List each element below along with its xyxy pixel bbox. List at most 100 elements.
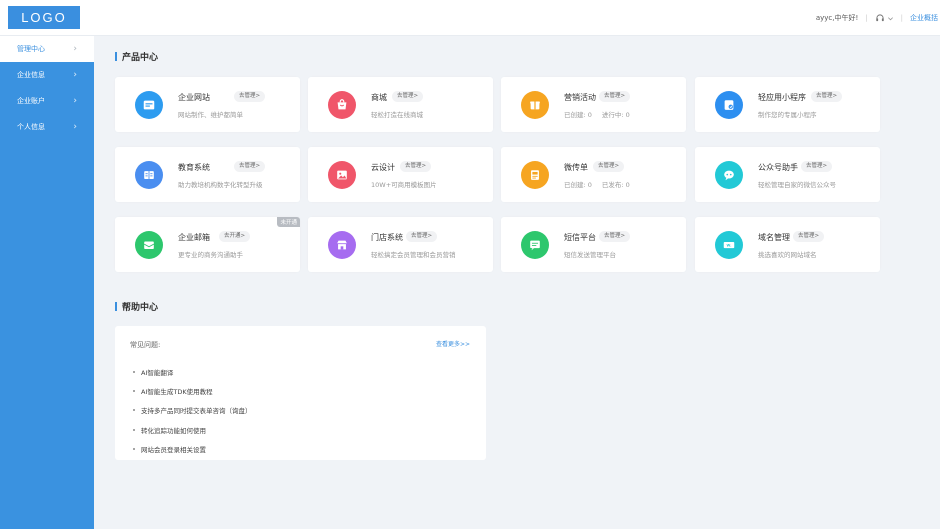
product-name: 云设计	[371, 163, 395, 172]
svg-text:W.: W.	[727, 243, 732, 247]
faq-item[interactable]: 网站会员登录相关设置	[133, 439, 252, 458]
manage-button[interactable]: 去管理>	[392, 91, 424, 102]
mall-icon	[328, 91, 356, 119]
faq-item[interactable]: 转化追踪功能如何使用	[133, 420, 252, 439]
product-description: 网站制作、维护都简单	[178, 111, 243, 119]
divider: |	[900, 14, 903, 22]
sidebar-item-management[interactable]: 管理中心 ›	[0, 36, 94, 62]
sidebar-item-label: 管理中心	[17, 45, 45, 53]
sidebar-item-company-info[interactable]: 企业信息 ›	[0, 62, 94, 88]
sidebar-item-label: 企业账户	[17, 97, 45, 105]
product-description: 轻松搞定会员管理和会员营销	[371, 251, 456, 259]
store-icon	[328, 231, 356, 259]
chevron-right-icon: ›	[73, 122, 77, 132]
product-name: 公众号助手	[758, 163, 798, 172]
greeting-text: ayyc,中午好!	[815, 14, 859, 22]
mini-program-icon	[715, 91, 743, 119]
product-name: 门店系统	[371, 233, 403, 242]
product-name: 短信平台	[564, 233, 596, 242]
support-dropdown[interactable]	[875, 13, 894, 23]
product-card-domain[interactable]: W. 域名管理 去管理> 挑选喜欢的网站域名	[695, 217, 880, 272]
product-stats: 已创建: 0 已发布: 0	[564, 179, 630, 189]
product-card-mail[interactable]: 企业邮箱 去开通> 更专业的商务沟通助手 未开通	[115, 217, 300, 272]
stat-label: 已发布:	[601, 181, 624, 189]
product-description: 制作您的专属小程序	[758, 111, 817, 119]
sidebar: 管理中心 › 企业信息 › 企业账户 › 个人信息 ›	[0, 36, 94, 529]
product-card-mini-program[interactable]: 轻应用小程序 去管理> 制作您的专属小程序	[695, 77, 880, 132]
sidebar-item-company-account[interactable]: 企业账户 ›	[0, 88, 94, 114]
product-card-mall[interactable]: 商城 去管理> 轻松打造在线商城	[308, 77, 493, 132]
faq-panel: 常见问题: 查看更多>> AI智能翻译 AI智能生成TDK使用教程 支持多产品同…	[115, 326, 486, 460]
logo[interactable]: LOGO	[8, 6, 80, 29]
chevron-right-icon: ›	[73, 70, 77, 80]
product-description: 更专业的商务沟通助手	[178, 251, 243, 259]
headset-icon	[875, 14, 884, 22]
view-more-link[interactable]: 查看更多>>	[436, 339, 470, 348]
product-name: 商城	[371, 93, 387, 102]
manage-button[interactable]: 去管理>	[811, 91, 843, 102]
product-stats: 已创建: 0 进行中: 0	[564, 109, 630, 119]
manage-button[interactable]: 去管理>	[400, 161, 432, 172]
manage-button[interactable]: 去管理>	[593, 161, 625, 172]
cloud-design-icon	[328, 161, 356, 189]
product-name: 微传单	[564, 163, 588, 172]
product-name: 营销活动	[564, 93, 596, 102]
official-account-icon	[715, 161, 743, 189]
marketing-icon	[521, 91, 549, 119]
product-description: 轻松管理自家的微信公众号	[758, 181, 836, 189]
manage-button[interactable]: 去管理>	[406, 231, 438, 242]
education-icon	[135, 161, 163, 189]
product-description: 10W+可商用模板图片	[371, 181, 437, 189]
product-description: 轻松打造在线商城	[371, 111, 423, 119]
product-description: 助力教培机构数字化转型升级	[178, 181, 263, 189]
product-name: 域名管理	[758, 233, 790, 242]
stat-value: 0	[625, 181, 630, 189]
manage-button[interactable]: 去管理>	[234, 91, 266, 102]
stat-label: 已创建:	[564, 111, 586, 119]
manage-button[interactable]: 去管理>	[234, 161, 266, 172]
product-card-education[interactable]: 教育系统 去管理> 助力教培机构数字化转型升级	[115, 147, 300, 202]
faq-list: AI智能翻译 AI智能生成TDK使用教程 支持多产品同时提交表单咨询（询盘） 转…	[133, 362, 252, 458]
faq-item[interactable]: AI智能翻译	[133, 362, 252, 381]
product-name: 企业网站	[178, 93, 210, 102]
website-icon	[135, 91, 163, 119]
product-description: 短信发送管理平台	[564, 251, 616, 259]
product-card-flyer[interactable]: 微传单 去管理> 已创建: 0 已发布: 0	[501, 147, 686, 202]
sidebar-item-label: 个人信息	[17, 123, 45, 131]
product-card-marketing[interactable]: 营销活动 去管理> 已创建: 0 进行中: 0	[501, 77, 686, 132]
faq-item[interactable]: AI智能生成TDK使用教程	[133, 381, 252, 400]
product-name: 轻应用小程序	[758, 93, 806, 102]
sms-icon	[521, 231, 549, 259]
product-center-title: 产品中心	[115, 50, 158, 63]
stat-label: 已创建:	[564, 181, 586, 189]
help-center-title: 帮助中心	[115, 300, 158, 313]
top-right-area: ayyc,中午好! | | 企业概括	[816, 0, 940, 36]
manage-button[interactable]: 去管理>	[599, 231, 631, 242]
chevron-right-icon: ›	[73, 96, 77, 106]
mail-icon	[135, 231, 163, 259]
manage-button[interactable]: 去管理>	[801, 161, 833, 172]
manage-button[interactable]: 去管理>	[599, 91, 631, 102]
product-name: 企业邮箱	[178, 233, 210, 242]
sidebar-item-personal-info[interactable]: 个人信息 ›	[0, 114, 94, 140]
product-card-sms[interactable]: 短信平台 去管理> 短信发送管理平台	[501, 217, 686, 272]
product-card-official-account[interactable]: 公众号助手 去管理> 轻松管理自家的微信公众号	[695, 147, 880, 202]
enterprise-overview-link[interactable]: 企业概括	[910, 13, 940, 23]
product-card-store[interactable]: 门店系统 去管理> 轻松搞定会员管理和会员营销	[308, 217, 493, 272]
chevron-down-icon	[887, 16, 893, 20]
stat-value: 0	[625, 111, 630, 119]
faq-item[interactable]: 支持多产品同时提交表单咨询（询盘）	[133, 401, 252, 420]
stat-value: 0	[587, 181, 592, 189]
chevron-right-icon: ›	[73, 44, 77, 54]
manage-button[interactable]: 去管理>	[793, 231, 825, 242]
sidebar-item-label: 企业信息	[17, 71, 45, 79]
product-card-cloud-design[interactable]: 云设计 去管理> 10W+可商用模板图片	[308, 147, 493, 202]
status-badge: 未开通	[277, 217, 300, 227]
activate-button[interactable]: 去开通>	[219, 231, 251, 242]
flyer-icon	[521, 161, 549, 189]
stat-label: 进行中:	[601, 111, 624, 119]
product-card-website[interactable]: 企业网站 去管理> 网站制作、维护都简单	[115, 77, 300, 132]
stat-value: 0	[587, 111, 592, 119]
product-name: 教育系统	[178, 163, 210, 172]
top-bar: LOGO ayyc,中午好! | | 企业概括	[0, 0, 940, 36]
